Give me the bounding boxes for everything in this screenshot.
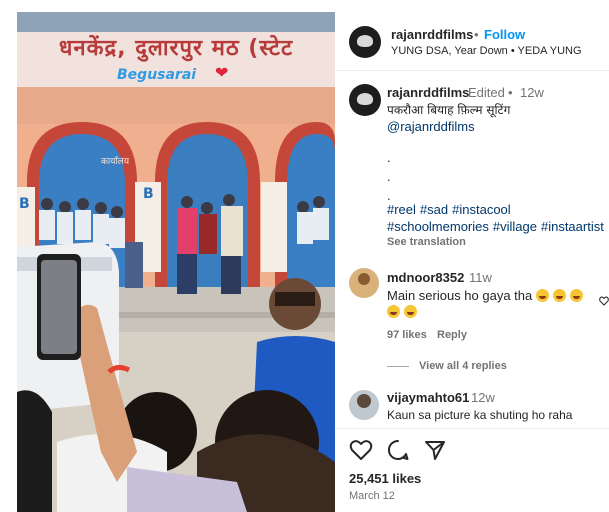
caption-username[interactable]: rajanrddfilms — [387, 85, 469, 100]
hashtag[interactable]: #instaartist — [541, 219, 604, 234]
reel-video[interactable]: धनकेंद्र, दुलारपुर मठ (स्टेट Begusarai ❤… — [17, 12, 335, 512]
header-divider — [335, 70, 609, 71]
likes-count[interactable]: 25,451 likes — [349, 471, 421, 486]
laughing-emoji — [387, 305, 400, 318]
comment-time: 12w — [471, 390, 495, 405]
hashtag[interactable]: #instacool — [452, 202, 511, 217]
post-panel: rajanrddfilms • Follow YUNG DSA, Year Do… — [335, 12, 609, 512]
caption-dot-3: . — [387, 188, 391, 203]
caption-avatar[interactable] — [349, 84, 381, 116]
overlay-caption: Begusarai — [117, 67, 197, 83]
header-separator: • — [474, 27, 479, 42]
laughing-emoji — [536, 289, 550, 302]
see-translation-link[interactable]: See translation — [387, 236, 466, 248]
caption-edited: Edited — [468, 85, 505, 100]
comment-text: Kaun sa picture ka shuting ho raha — [387, 408, 573, 422]
hashtag[interactable]: #reel — [387, 202, 416, 217]
comment-body: Main serious ho gaya tha — [387, 288, 533, 303]
hashtags-line-1: #reel #sad #instacool — [387, 202, 515, 218]
comment-like-heart-icon[interactable] — [599, 295, 609, 307]
hashtag[interactable]: #sad — [420, 202, 448, 217]
caption-mention[interactable]: @rajanrddfilms — [387, 119, 475, 134]
video-frame — [17, 12, 335, 512]
share-icon[interactable] — [424, 439, 446, 461]
caption-dot-1: . — [387, 150, 391, 165]
like-heart-icon[interactable] — [349, 439, 373, 461]
comment-username[interactable]: vijaymahto61 — [387, 390, 469, 405]
commenter-avatar[interactable] — [349, 268, 379, 298]
audio-track[interactable]: YUNG DSA, Year Down • YEDA YUNG — [391, 45, 582, 57]
comment-time: 11w — [469, 270, 492, 285]
hashtag[interactable]: #schoolmemories — [387, 219, 489, 234]
comment-username[interactable]: mdnoor8352 — [387, 270, 464, 285]
follow-button[interactable]: Follow — [484, 27, 525, 42]
replies-line — [387, 366, 409, 367]
comment-emoji-row — [387, 304, 417, 319]
commenter-avatar[interactable] — [349, 390, 379, 420]
caption-separator: • — [508, 85, 513, 100]
actions-divider — [335, 428, 609, 429]
banner-text: धनकेंद्र, दुलारपुर मठ (स्टेट — [58, 36, 294, 61]
post-date: March 12 — [349, 490, 395, 502]
wall-label: कार्यालय — [101, 157, 130, 167]
caption-time: 12w — [520, 85, 544, 100]
reply-button[interactable]: Reply — [437, 329, 467, 341]
laughing-emoji — [404, 305, 417, 318]
author-username[interactable]: rajanrddfilms — [391, 27, 473, 42]
comment-text: Main serious ho gaya tha — [387, 288, 584, 303]
hashtags-line-2: #schoolmemories #village #instaartist — [387, 219, 608, 235]
comment-icon[interactable] — [387, 439, 409, 461]
laughing-emoji — [570, 289, 584, 302]
pillar-letter-right: B — [143, 186, 154, 202]
heart-emoji: ❤ — [215, 63, 229, 82]
caption-dot-2: . — [387, 169, 391, 184]
author-avatar[interactable] — [349, 26, 381, 58]
view-replies-link[interactable]: View all 4 replies — [419, 360, 507, 372]
hashtag[interactable]: #village — [493, 219, 537, 234]
laughing-emoji — [553, 289, 567, 302]
pillar-letter-left: B — [19, 196, 30, 212]
comment-likes[interactable]: 97 likes — [387, 329, 427, 341]
caption-title: पकरौआ बियाह फ़िल्म सूटिंग — [387, 103, 511, 117]
